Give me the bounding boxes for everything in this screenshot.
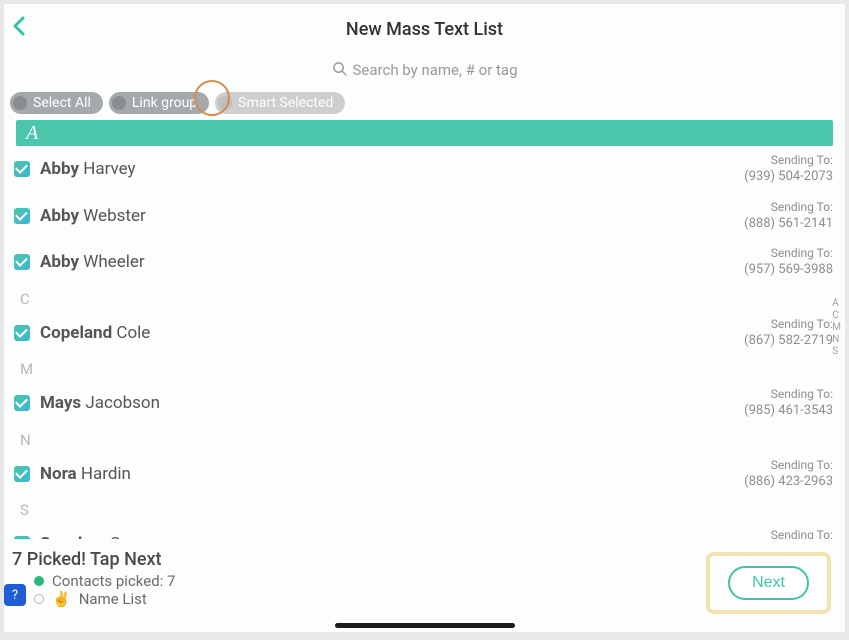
select-all-pill[interactable]: Select All: [10, 92, 103, 114]
index-letter[interactable]: A: [832, 298, 841, 310]
home-indicator[interactable]: [335, 623, 515, 628]
search-placeholder: Search by name, # or tag: [353, 61, 518, 79]
page-title: New Mass Text List: [346, 19, 503, 40]
contact-row[interactable]: Abby Webster Sending To: (888) 561-2141: [10, 193, 839, 240]
contact-name: Nora Hardin: [40, 464, 734, 484]
pill-label: Smart Selected: [238, 95, 333, 111]
contact-row[interactable]: Mays Jacobson Sending To: (985) 461-3543: [10, 380, 839, 427]
sending-info: Sending To: (957) 569-3988: [744, 246, 835, 279]
sending-info: Sending To: (939) 504-2073: [744, 153, 835, 186]
smart-selected-pill[interactable]: Smart Selected: [215, 92, 345, 114]
footer-name-list-label: Name List: [79, 590, 147, 608]
search-bar[interactable]: Search by name, # or tag: [4, 54, 845, 86]
filter-pill-row: Select All Link group Smart Selected: [4, 86, 845, 120]
sending-info: Sending To: (867) 582-2719: [744, 317, 835, 350]
section-letter-m: M: [10, 356, 839, 380]
search-icon: [332, 61, 347, 80]
header: New Mass Text List: [4, 4, 845, 54]
pill-dot-icon: [13, 96, 27, 110]
index-letter[interactable]: M: [832, 322, 841, 334]
pill-dot-icon: [218, 96, 232, 110]
contact-row[interactable]: Nora Hardin Sending To: (886) 423-2963: [10, 451, 839, 498]
sending-info: Sending To: (888) 561-2141: [744, 200, 835, 233]
alpha-index-rail[interactable]: A C M N S: [832, 298, 841, 358]
section-header-a: A: [16, 120, 833, 146]
contact-name: Abby Wheeler: [40, 252, 734, 272]
tutorial-highlight-box: Next: [706, 552, 831, 614]
back-button[interactable]: [12, 16, 26, 42]
pill-label: Select All: [33, 95, 91, 111]
contact-list[interactable]: A Abby Harvey Sending To: (939) 504-2073…: [4, 120, 845, 582]
bullet-hollow-icon: [34, 594, 44, 604]
checkbox-checked-icon[interactable]: [14, 466, 30, 482]
pill-label: Link group: [132, 95, 197, 111]
link-group-pill[interactable]: Link group: [109, 92, 209, 114]
checkbox-checked-icon[interactable]: [14, 395, 30, 411]
question-icon: ?: [12, 588, 18, 603]
contact-row[interactable]: Copeland Cole Sending To: (867) 582-2719: [10, 310, 839, 357]
section-letter-s: S: [10, 497, 839, 521]
contact-name: Abby Webster: [40, 206, 734, 226]
checkbox-checked-icon[interactable]: [14, 208, 30, 224]
next-button[interactable]: Next: [728, 566, 809, 600]
checkbox-checked-icon[interactable]: [14, 161, 30, 177]
index-letter[interactable]: C: [832, 310, 841, 322]
section-letter-n: N: [10, 427, 839, 451]
sending-info: Sending To: (886) 423-2963: [744, 458, 835, 491]
index-letter[interactable]: S: [832, 346, 841, 358]
contact-row[interactable]: Abby Wheeler Sending To: (957) 569-3988: [10, 239, 839, 286]
section-letter: A: [26, 122, 38, 145]
footer: 7 Picked! Tap Next Contacts picked: 7 ✌️…: [4, 539, 845, 632]
pill-dot-icon: [112, 96, 126, 110]
checkbox-checked-icon[interactable]: [14, 325, 30, 341]
footer-contacts-count: Contacts picked: 7: [52, 572, 175, 590]
bullet-filled-icon: [34, 576, 44, 586]
app-frame: New Mass Text List Search by name, # or …: [4, 4, 845, 632]
checkbox-checked-icon[interactable]: [14, 254, 30, 270]
help-button[interactable]: ?: [4, 584, 26, 606]
index-letter[interactable]: N: [832, 334, 841, 346]
chevron-left-icon: [12, 16, 26, 36]
contact-name: Copeland Cole: [40, 323, 734, 343]
contact-name: Mays Jacobson: [40, 393, 734, 413]
contact-name: Abby Harvey: [40, 159, 734, 179]
peace-emoji-icon: ✌️: [52, 590, 71, 608]
section-letter-c: C: [10, 286, 839, 310]
contact-row[interactable]: Abby Harvey Sending To: (939) 504-2073: [10, 146, 839, 193]
sending-info: Sending To: (985) 461-3543: [744, 387, 835, 420]
